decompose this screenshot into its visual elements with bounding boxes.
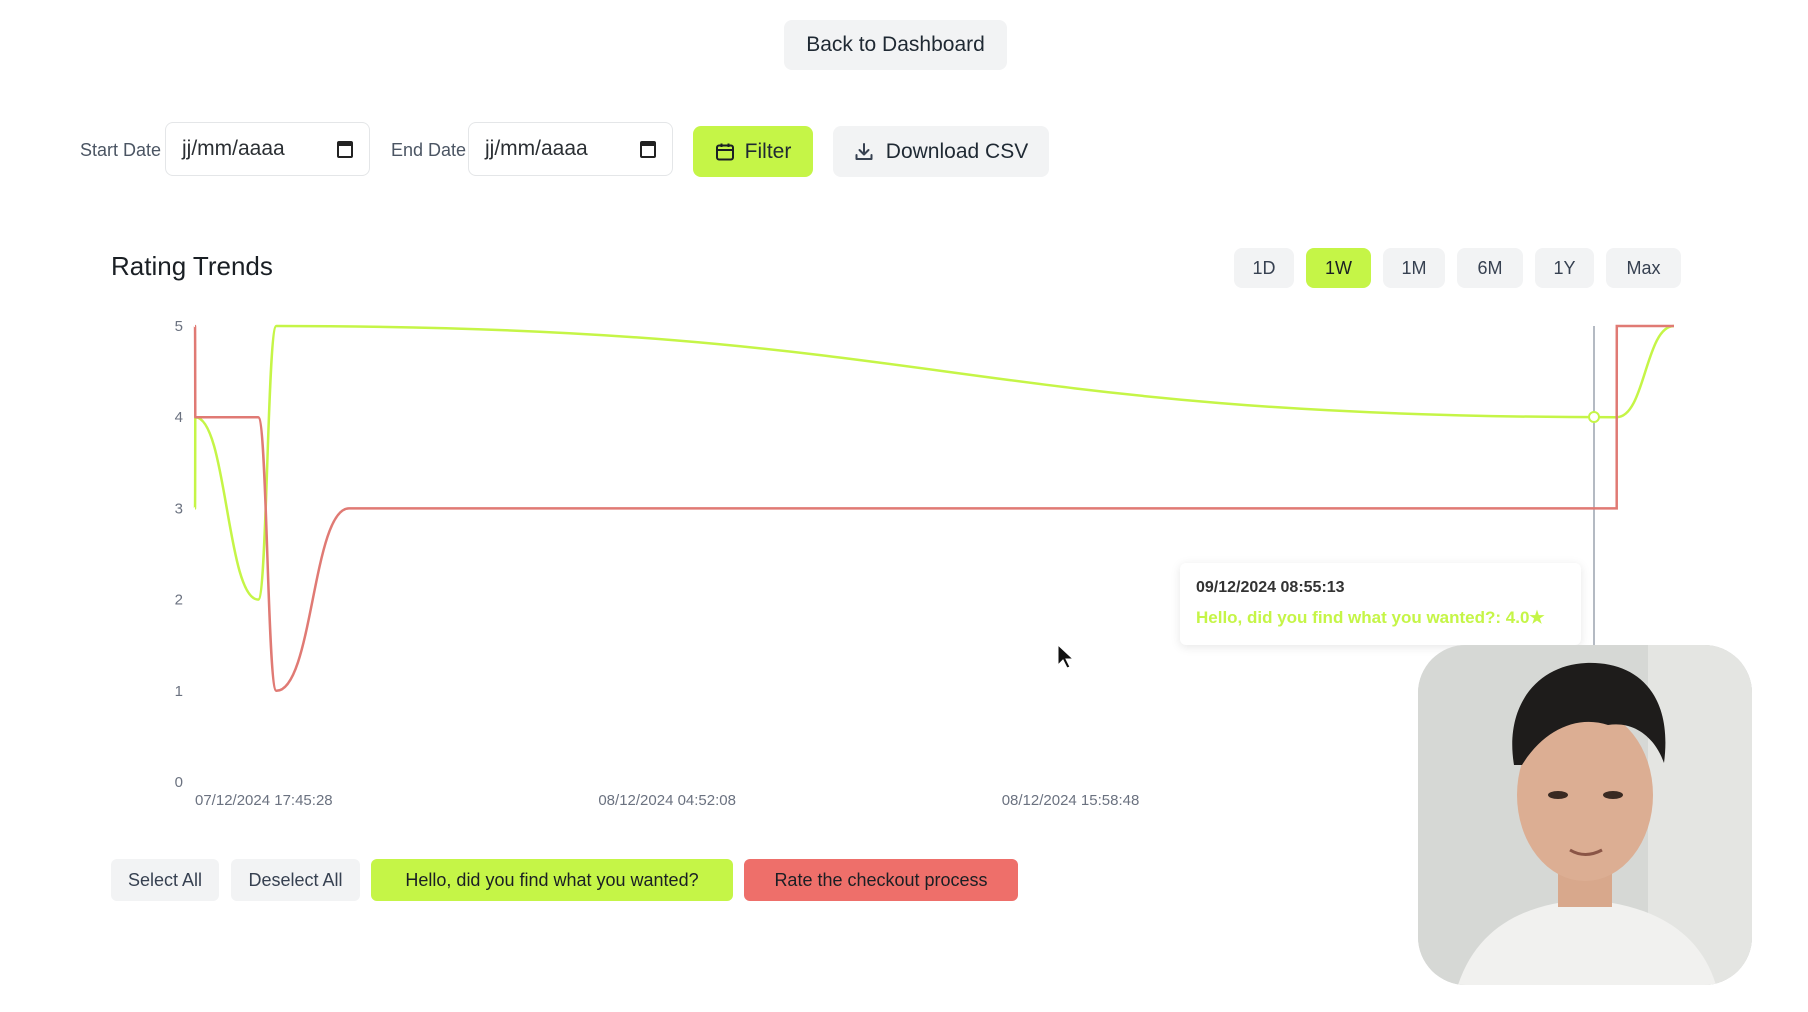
webcam-overlay — [1418, 645, 1752, 985]
x-tick-label: 07/12/2024 17:45:28 — [195, 792, 333, 809]
calendar-icon[interactable] — [640, 140, 656, 158]
range-1d-button[interactable]: 1D — [1234, 248, 1294, 288]
x-tick-label: 08/12/2024 04:52:08 — [598, 792, 736, 809]
filter-label: Filter — [744, 139, 792, 163]
y-tick-label: 0 — [175, 774, 183, 791]
start-date-input[interactable]: jj/mm/aaaa — [165, 122, 370, 176]
y-tick-label: 3 — [175, 500, 183, 517]
calendar-icon[interactable] — [337, 140, 353, 158]
filter-button[interactable]: Filter — [693, 126, 813, 177]
mouse-cursor-icon — [1057, 643, 1075, 669]
x-tick-label: 08/12/2024 15:58:48 — [1002, 792, 1140, 809]
tooltip-time: 09/12/2024 08:55:13 — [1196, 579, 1345, 596]
y-tick-label: 2 — [175, 592, 183, 609]
deselect-all-button[interactable]: Deselect All — [231, 859, 360, 901]
y-tick-label: 4 — [175, 409, 183, 426]
download-icon — [855, 142, 873, 160]
chart-tooltip: 09/12/2024 08:55:13 Hello, did you find … — [1180, 563, 1581, 645]
end-date-placeholder: jj/mm/aaaa — [485, 137, 588, 160]
end-date-label: End Date — [391, 140, 467, 160]
calendar-icon — [715, 143, 734, 160]
range-6m-button[interactable]: 6M — [1457, 248, 1523, 288]
tooltip-value: Hello, did you find what you wanted?: 4.… — [1196, 608, 1545, 627]
download-csv-label: Download CSV — [885, 139, 1029, 163]
back-to-dashboard-button[interactable]: Back to Dashboard — [784, 20, 1007, 70]
range-1m-button[interactable]: 1M — [1383, 248, 1445, 288]
select-all-button[interactable]: Select All — [111, 859, 219, 901]
range-1y-button[interactable]: 1Y — [1535, 248, 1594, 288]
range-1w-button[interactable]: 1W — [1306, 248, 1371, 288]
series-line-found-what-wanted — [193, 324, 1675, 601]
series-toggle-found-what-wanted[interactable]: Hello, did you find what you wanted? — [371, 859, 733, 901]
chart-title: Rating Trends — [111, 251, 273, 281]
range-max-button[interactable]: Max — [1606, 248, 1681, 288]
active-point — [1588, 411, 1600, 423]
end-date-input[interactable]: jj/mm/aaaa — [468, 122, 673, 176]
series-toggle-checkout-process[interactable]: Rate the checkout process — [744, 859, 1018, 901]
y-tick-label: 5 — [175, 318, 183, 335]
start-date-placeholder: jj/mm/aaaa — [182, 137, 285, 160]
start-date-label: Start Date — [80, 140, 162, 160]
download-csv-button[interactable]: Download CSV — [833, 126, 1049, 177]
y-tick-label: 1 — [175, 683, 183, 700]
